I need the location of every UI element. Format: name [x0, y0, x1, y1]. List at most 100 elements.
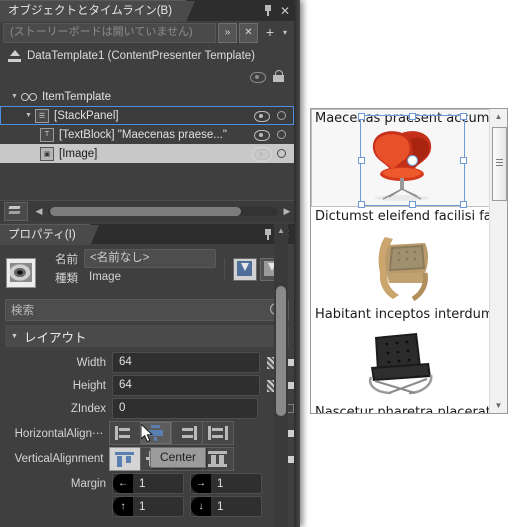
halign-advanced-icon: [241, 427, 253, 439]
height-input[interactable]: 64: [112, 375, 260, 396]
storyboard-caret-icon[interactable]: ▾: [279, 24, 291, 42]
halign-right-button[interactable]: [171, 421, 203, 445]
scroll-up-icon[interactable]: ▲: [490, 109, 507, 124]
resize-handle-n[interactable]: [409, 113, 416, 120]
search-input[interactable]: 検索: [5, 299, 289, 321]
lock-toggle-icon[interactable]: [277, 149, 286, 158]
storyboard-new-button[interactable]: +: [261, 24, 279, 42]
margin-group: Margin ← 1 → 1 ↑ 1 ↓ 1: [0, 472, 294, 518]
width-input[interactable]: 64: [112, 352, 260, 373]
eye-icon[interactable]: [254, 128, 270, 141]
properties-tabstrip: プロパティ(I) ✕: [0, 224, 294, 246]
lock-toggle-icon[interactable]: [277, 111, 286, 120]
margin-top-input[interactable]: ↑ 1: [112, 496, 184, 517]
verticalalignment-label: VerticalAlignment: [14, 453, 104, 465]
arrow-left-icon: ←: [113, 474, 133, 493]
chevron-down-icon[interactable]: ▼: [22, 112, 35, 119]
objects-tabstrip: オブジェクトとタイムライン(B) ✕: [0, 0, 294, 22]
margin-bottom-input[interactable]: ↓ 1: [190, 496, 262, 517]
list-item-image[interactable]: [313, 225, 490, 305]
halign-center-button[interactable]: [140, 421, 172, 445]
list-item-text: Nascetur pharetra placerat p: [315, 405, 490, 413]
margin-left-input[interactable]: ← 1: [112, 473, 184, 494]
tab-properties[interactable]: プロパティ(I): [0, 224, 99, 246]
properties-name-type: 名前 <名前なし> 種類 Image: [42, 249, 216, 287]
list-item[interactable]: Nascetur pharetra placerat p: [311, 403, 490, 413]
stackpanel-icon: ☰: [35, 108, 49, 123]
valign-top-button[interactable]: [109, 447, 141, 471]
return-scope-icon[interactable]: [8, 50, 21, 62]
resize-handle-w[interactable]: [358, 157, 365, 164]
glasses-icon: [21, 92, 37, 101]
tree-row-itemtemplate[interactable]: ▼ ItemTemplate: [0, 87, 294, 106]
storyboard-toolbar: (ストーリーボードは開いていません) » ✕ + ▾: [0, 21, 294, 45]
scroll-right-icon[interactable]: ▶: [280, 206, 294, 217]
tab-objects-and-timeline[interactable]: オブジェクトとタイムライン(B): [0, 0, 196, 22]
pin-icon[interactable]: [263, 5, 273, 16]
tooltip-center: Center: [150, 447, 207, 468]
element-thumbnail: [6, 258, 36, 288]
tree-item-label: [TextBlock] "Maecenas praese...": [59, 128, 227, 141]
properties-vertical-scrollbar[interactable]: ▲: [274, 224, 288, 527]
scroll-up-icon[interactable]: ▲: [274, 224, 288, 237]
eye-icon[interactable]: [254, 109, 270, 122]
eye-icon[interactable]: [252, 147, 272, 162]
dock-splitter[interactable]: [294, 0, 300, 527]
scroll-thumb[interactable]: [50, 207, 241, 216]
design-preview-listbox[interactable]: Maecenas praesent accumsa Dictumst eleif…: [310, 108, 508, 414]
scroll-down-icon[interactable]: ▼: [490, 398, 507, 413]
layers-button[interactable]: [4, 202, 28, 221]
horizontalalignment-label: HorizontalAlign⋯: [14, 428, 104, 440]
zindex-input[interactable]: 0: [112, 398, 258, 419]
resize-handle-ne[interactable]: [460, 113, 467, 120]
halign-stretch-button[interactable]: [202, 421, 235, 445]
objects-and-timeline-pane: オブジェクトとタイムライン(B) ✕ (ストーリーボードは開いていません) » …: [0, 0, 294, 222]
resize-handle-e[interactable]: [460, 157, 467, 164]
resize-handle-nw[interactable]: [358, 113, 365, 120]
scroll-left-icon[interactable]: ◀: [32, 206, 46, 217]
storyboard-close-button[interactable]: ✕: [239, 23, 258, 43]
objects-horizontal-scrollbar[interactable]: ◀ ▶: [0, 200, 294, 222]
list-item[interactable]: Dictumst eleifend facilisi fau: [311, 207, 490, 305]
arrow-down-icon: ↓: [191, 497, 211, 516]
halign-left-button[interactable]: [109, 421, 141, 445]
list-item-image[interactable]: [313, 113, 490, 208]
lock-toggle-icon[interactable]: [277, 130, 286, 139]
chevron-down-icon[interactable]: ▼: [11, 333, 18, 340]
list-item[interactable]: Maecenas praesent accumsa: [311, 109, 490, 208]
lock-icon[interactable]: [273, 70, 284, 82]
scroll-track[interactable]: [48, 207, 278, 216]
tree-row-textblock[interactable]: T [TextBlock] "Maecenas praese...": [0, 125, 294, 144]
close-icon[interactable]: ✕: [280, 5, 290, 17]
valign-marker-icon[interactable]: [287, 455, 295, 463]
chevron-down-icon[interactable]: ▼: [8, 93, 21, 100]
rotation-center-handle[interactable]: [407, 155, 418, 166]
properties-view-button[interactable]: [233, 258, 257, 281]
eye-icon[interactable]: [250, 70, 266, 83]
scroll-thumb[interactable]: [492, 127, 507, 201]
tree-row-image[interactable]: ▣ [Image]: [0, 144, 294, 163]
barcelona-chair-black-icon: [368, 333, 433, 395]
halign-marker-icon[interactable]: [287, 429, 295, 437]
name-input[interactable]: <名前なし>: [84, 249, 216, 268]
height-marker-icon[interactable]: [287, 382, 294, 389]
section-header-layout[interactable]: ▼ レイアウト: [5, 325, 289, 347]
preview-vertical-scrollbar[interactable]: ▲ ▼: [489, 109, 507, 413]
storyboard-selector[interactable]: (ストーリーボードは開いていません): [3, 23, 216, 43]
width-marker-icon[interactable]: [287, 359, 294, 366]
valign-stretch-button[interactable]: [202, 447, 235, 471]
scroll-thumb[interactable]: [276, 286, 286, 416]
search-placeholder: 検索: [11, 305, 34, 317]
list-item-image[interactable]: [313, 323, 490, 403]
layout-properties: Width 64 Height 64 ZIndex 0 HorizontalAl…: [0, 347, 295, 518]
storyboard-chevrons-button[interactable]: »: [218, 23, 237, 43]
width-label: Width: [76, 356, 106, 369]
tree-row-stackpanel[interactable]: ▼ ☰ [StackPanel]: [0, 106, 294, 125]
margin-right-input[interactable]: → 1: [190, 473, 262, 494]
template-root-row[interactable]: DataTemplate1 (ContentPresenter Template…: [0, 45, 294, 67]
name-label: 名前: [55, 253, 78, 266]
image-icon: ▣: [40, 146, 54, 161]
pin-icon[interactable]: [263, 228, 273, 240]
list-item[interactable]: Habitant inceptos interdum l: [311, 305, 490, 403]
property-row-height: Height 64: [0, 374, 294, 397]
